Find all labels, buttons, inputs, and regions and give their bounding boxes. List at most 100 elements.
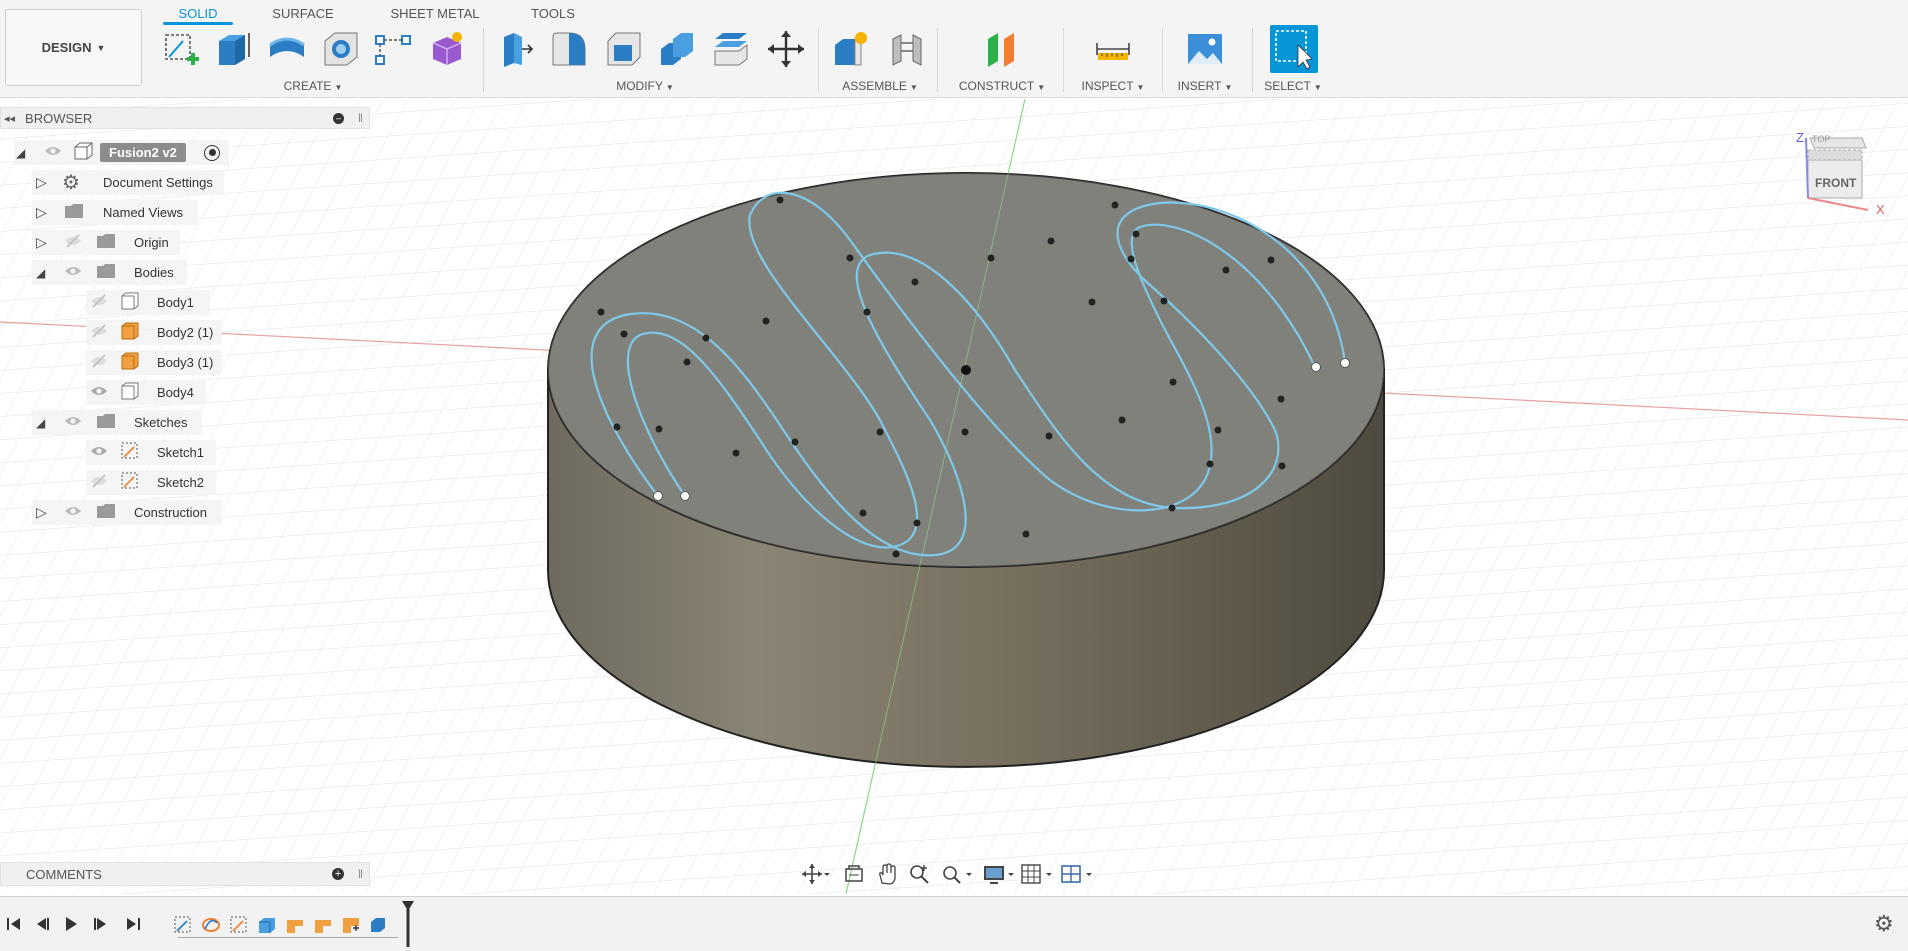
- timeline-split-feature-icon[interactable]: [284, 914, 306, 941]
- display-settings-icon[interactable]: [982, 863, 1016, 890]
- tab-tools[interactable]: TOOLS: [523, 1, 583, 25]
- offset-plane-icon[interactable]: [981, 27, 1023, 71]
- insert-image-icon[interactable]: [1184, 27, 1226, 71]
- timeline-extrude-feature-icon[interactable]: [256, 914, 278, 941]
- pan-hand-icon[interactable]: [876, 862, 898, 890]
- play-icon[interactable]: [62, 915, 80, 938]
- timeline-combine-feature-icon[interactable]: [368, 914, 390, 941]
- zoom-icon[interactable]: [908, 863, 930, 890]
- go-to-start-icon[interactable]: [5, 915, 23, 938]
- collapsed-triangle-icon[interactable]: ▷: [36, 234, 47, 251]
- expanded-triangle-icon[interactable]: ◢: [16, 146, 25, 160]
- tree-item-body2[interactable]: Body2 (1): [86, 320, 222, 345]
- modify-menu[interactable]: MODIFY ▼: [610, 79, 680, 93]
- hole-icon[interactable]: [320, 27, 362, 71]
- viewcube-x-label: X: [1876, 202, 1885, 217]
- visibility-eye-icon[interactable]: [90, 445, 108, 460]
- press-pull-icon[interactable]: [495, 27, 537, 71]
- hidden-eye-icon[interactable]: [90, 354, 108, 371]
- viewports-icon[interactable]: [1060, 863, 1094, 890]
- hidden-eye-icon[interactable]: [90, 294, 108, 311]
- origin-point[interactable]: [961, 365, 971, 375]
- visibility-eye-icon[interactable]: [64, 415, 82, 430]
- panel-grip-icon[interactable]: ‖: [358, 111, 363, 125]
- step-forward-icon[interactable]: [92, 915, 110, 938]
- body-icon: [120, 352, 140, 373]
- timeline-marker[interactable]: [398, 899, 418, 951]
- timeline-settings-gear-icon[interactable]: ⚙: [1874, 913, 1894, 935]
- collapsed-triangle-icon[interactable]: ▷: [36, 174, 47, 191]
- tab-surface[interactable]: SURFACE: [268, 1, 338, 25]
- panel-grip-icon[interactable]: ‖: [358, 867, 363, 881]
- timeline-sketch2-feature-icon[interactable]: [228, 914, 250, 941]
- move-icon[interactable]: [765, 27, 807, 71]
- joint-icon[interactable]: [886, 27, 928, 71]
- construct-menu[interactable]: CONSTRUCT ▼: [955, 79, 1049, 93]
- step-back-icon[interactable]: [33, 915, 51, 938]
- measure-icon[interactable]: [1092, 27, 1134, 71]
- tree-item-sketches[interactable]: ◢ Sketches: [32, 410, 202, 435]
- combine-icon[interactable]: [656, 27, 698, 71]
- extrude-icon[interactable]: [212, 27, 254, 71]
- fit-window-icon[interactable]: [940, 863, 974, 890]
- timeline-split-body-feature-icon[interactable]: [340, 914, 362, 941]
- viewport-canvas[interactable]: [0, 99, 1908, 894]
- tree-item-document-settings[interactable]: ▷ ⚙ Document Settings: [32, 170, 224, 195]
- comments-panel-header[interactable]: COMMENTS + ‖: [0, 862, 370, 886]
- create-sketch-icon[interactable]: [160, 27, 202, 71]
- activate-component-icon[interactable]: [204, 144, 220, 161]
- visibility-eye-icon[interactable]: [64, 265, 82, 280]
- select-menu[interactable]: SELECT ▼: [1256, 79, 1330, 93]
- tree-item-named-views[interactable]: ▷ Named Views: [32, 200, 198, 225]
- workspace-dropdown[interactable]: DESIGN ▼: [5, 9, 142, 86]
- create-menu[interactable]: CREATE ▼: [278, 79, 348, 93]
- collapsed-triangle-icon[interactable]: ▷: [36, 504, 47, 521]
- cylinder-body[interactable]: [547, 172, 1385, 768]
- timeline-spline-feature-icon[interactable]: [200, 914, 222, 941]
- go-to-end-icon[interactable]: [124, 915, 142, 938]
- expanded-triangle-icon[interactable]: ◢: [36, 266, 45, 280]
- tree-item-body3[interactable]: Body3 (1): [86, 350, 222, 375]
- visibility-eye-icon[interactable]: [44, 145, 62, 160]
- tree-item-sketch1[interactable]: Sketch1: [86, 440, 216, 465]
- tab-sheet-metal[interactable]: SHEET METAL: [385, 1, 485, 25]
- collapsed-triangle-icon[interactable]: ▷: [36, 204, 47, 221]
- timeline-split2-feature-icon[interactable]: [312, 914, 334, 941]
- rectangular-pattern-icon[interactable]: [372, 27, 414, 71]
- collapse-panel-icon[interactable]: ◂◂: [4, 112, 15, 125]
- tree-root-row[interactable]: ◢ Fusion2 v2: [14, 140, 229, 165]
- tree-item-origin[interactable]: ▷ Origin: [32, 230, 180, 255]
- hidden-eye-icon[interactable]: [90, 324, 108, 341]
- visibility-eye-icon[interactable]: [64, 505, 82, 520]
- expanded-triangle-icon[interactable]: ◢: [36, 416, 45, 430]
- new-component-icon[interactable]: [830, 27, 872, 71]
- revolve-icon[interactable]: [266, 27, 308, 71]
- folder-icon: [64, 203, 84, 222]
- timeline-sketch-feature-icon[interactable]: [172, 914, 194, 941]
- hidden-eye-icon[interactable]: [90, 474, 108, 491]
- assemble-menu[interactable]: ASSEMBLE ▼: [837, 79, 923, 93]
- tree-item-construction[interactable]: ▷ Construction: [32, 500, 222, 525]
- look-at-icon[interactable]: [843, 863, 865, 890]
- viewcube-top-label: TOP: [1812, 134, 1831, 144]
- inspect-menu[interactable]: INSPECT ▼: [1076, 79, 1150, 93]
- tree-item-sketch2[interactable]: Sketch2: [86, 470, 216, 495]
- comments-title: COMMENTS: [26, 866, 102, 882]
- minimize-panel-icon[interactable]: –: [333, 112, 345, 124]
- tree-item-body1[interactable]: Body1: [86, 290, 210, 315]
- grid-settings-icon[interactable]: [1020, 863, 1054, 890]
- select-icon[interactable]: [1270, 25, 1318, 73]
- create-form-icon[interactable]: [426, 27, 468, 71]
- 3d-viewport[interactable]: TOP FRONT X Z: [0, 99, 1908, 894]
- hidden-eye-icon[interactable]: [64, 234, 82, 251]
- add-comment-icon[interactable]: +: [332, 868, 345, 880]
- tree-item-body4[interactable]: Body4: [86, 380, 206, 405]
- orbit-icon[interactable]: [800, 862, 830, 891]
- visibility-eye-icon[interactable]: [90, 385, 108, 400]
- offset-face-icon[interactable]: [710, 27, 752, 71]
- tree-item-bodies[interactable]: ◢ Bodies: [32, 260, 187, 285]
- insert-menu[interactable]: INSERT ▼: [1168, 79, 1242, 93]
- fillet-icon[interactable]: [548, 27, 590, 71]
- toolbar-divider: [1252, 28, 1253, 92]
- shell-icon[interactable]: [603, 27, 645, 71]
